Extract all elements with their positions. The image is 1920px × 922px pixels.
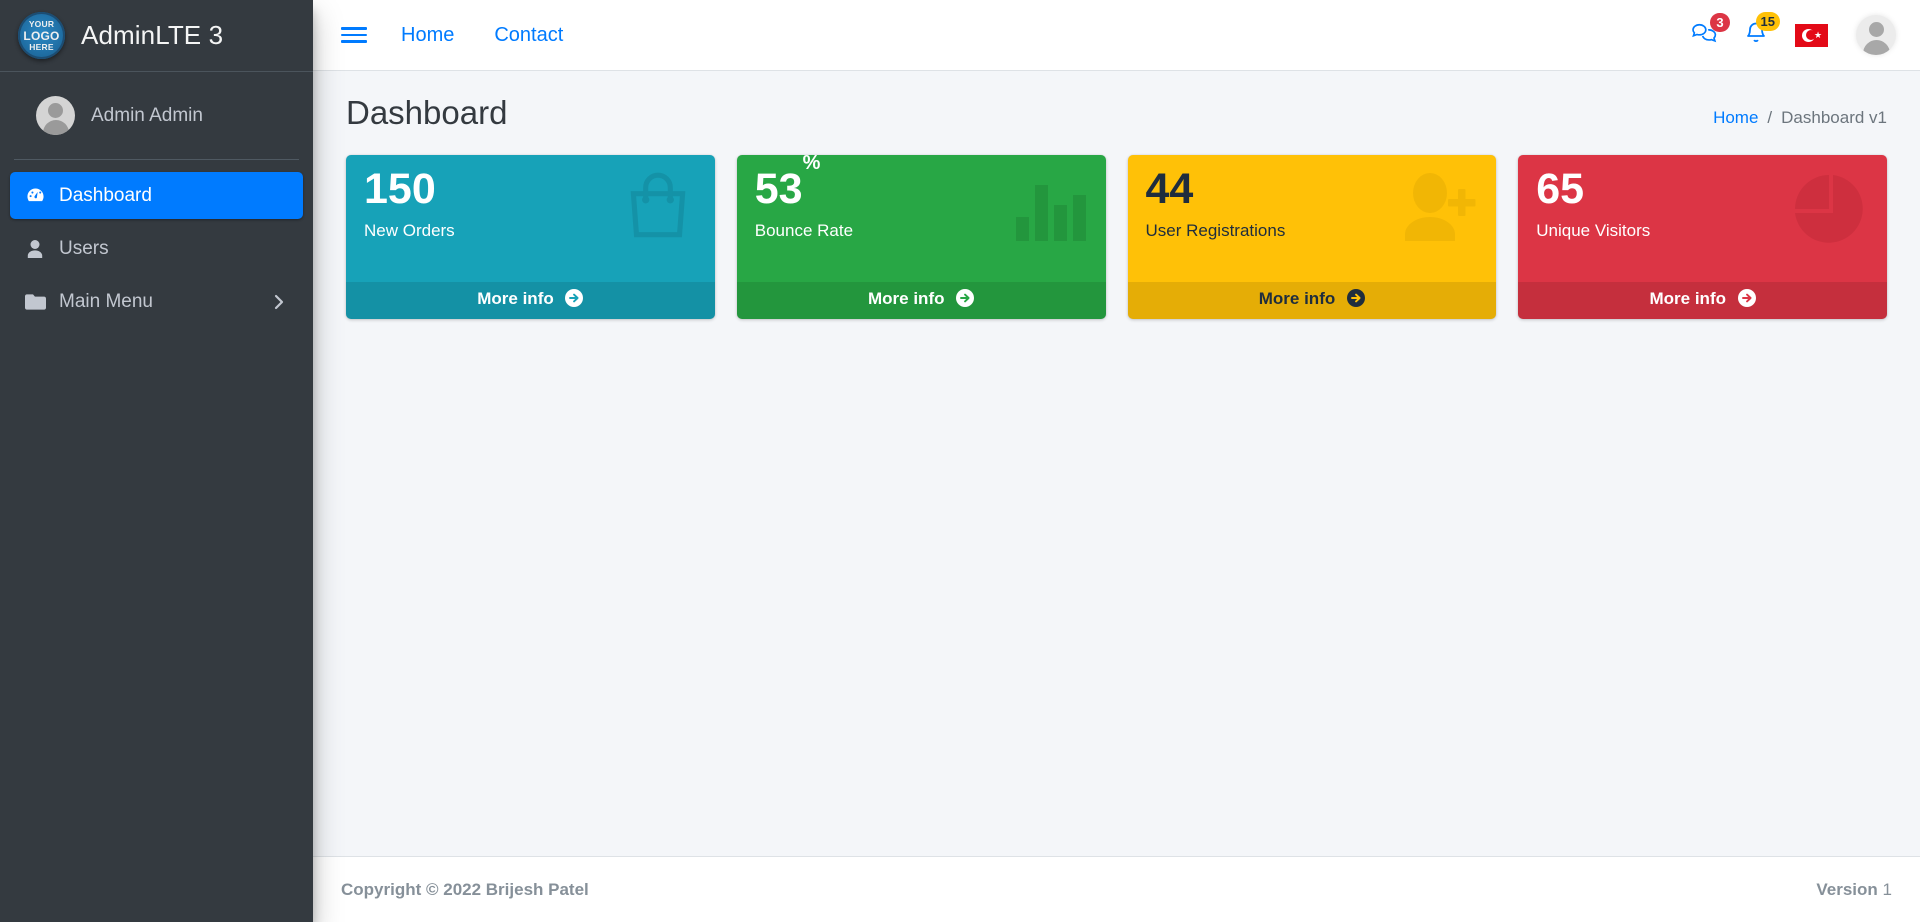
- brand-title: AdminLTE 3: [81, 20, 224, 50]
- messages-badge: 3: [1710, 12, 1730, 32]
- brand-logo-line2: LOGO: [23, 28, 60, 43]
- breadcrumb-home-link[interactable]: Home: [1713, 108, 1758, 128]
- top-navbar: Home Contact 3 15 ★: [313, 0, 1920, 71]
- flag-star: ★: [1814, 29, 1823, 40]
- info-box-more-info-link[interactable]: More info: [1127, 281, 1497, 319]
- info-box-value-suffix: %: [802, 154, 821, 175]
- navbar-link-home[interactable]: Home: [401, 24, 454, 47]
- turkey-flag-icon[interactable]: ★: [1795, 23, 1828, 47]
- arrow-circle-right-icon: [1346, 288, 1365, 312]
- info-box-footer-label: More info: [868, 288, 945, 308]
- brand-logo-icon: YOUR LOGO HERE: [18, 12, 65, 59]
- info-box-footer-label: More info: [477, 288, 554, 308]
- info-box-col: 65 Unique Visitors More info: [1507, 154, 1898, 319]
- sidebar-nav: Dashboard Users Main Menu: [0, 160, 313, 325]
- info-box-label: Bounce Rate: [754, 220, 854, 240]
- navbar-link-contact[interactable]: Contact: [494, 24, 563, 47]
- notifications-badge: 15: [1755, 11, 1780, 31]
- info-boxes-row: 150 New Orders More info 53% Bounce Rate…: [313, 143, 1920, 319]
- info-box-more-info-link[interactable]: More info: [346, 281, 715, 319]
- notifications-menu-button[interactable]: 15: [1745, 11, 1780, 50]
- info-box-value-wrap: 65: [1536, 164, 1869, 213]
- arrow-circle-right-icon: [956, 288, 975, 312]
- info-box-col: 150 New Orders More info: [335, 154, 726, 319]
- avatar: [36, 96, 75, 135]
- sidebar-item-label: Main Menu: [59, 290, 153, 312]
- info-box-bounce-rate: 53% Bounce Rate More info: [736, 154, 1106, 319]
- brand-logo-line1: YOUR: [28, 19, 55, 29]
- info-box-col: 44 User Registrations More info: [1117, 154, 1508, 319]
- arrow-circle-right-icon: [1737, 288, 1756, 312]
- main-content: Dashboard Home / Dashboard v1 150 New Or…: [313, 71, 1920, 856]
- info-box-more-info-link[interactable]: More info: [736, 281, 1106, 319]
- tachometer-icon: [24, 185, 46, 207]
- breadcrumb-current: Dashboard v1: [1781, 107, 1887, 127]
- footer-version-label: Version: [1816, 879, 1878, 899]
- info-box-user-registrations: 44 User Registrations More info: [1127, 154, 1497, 319]
- info-box-new-orders: 150 New Orders More info: [346, 154, 715, 319]
- brand-logo-line3: HERE: [29, 41, 54, 52]
- info-box-unique-visitors: 65 Unique Visitors More info: [1518, 154, 1887, 319]
- info-box-value: 150: [364, 164, 436, 213]
- chevron-right-icon: [274, 294, 285, 310]
- info-box-value: 44: [1145, 164, 1194, 213]
- info-box-col: 53% Bounce Rate More info: [726, 154, 1117, 319]
- info-box-inner: 65 Unique Visitors: [1518, 155, 1887, 282]
- sidebar-item-users[interactable]: Users: [10, 225, 303, 272]
- info-box-inner: 44 User Registrations: [1128, 155, 1497, 282]
- brand-link[interactable]: YOUR LOGO HERE AdminLTE 3: [0, 0, 313, 72]
- page-title: Dashboard: [346, 94, 508, 131]
- info-box-value-wrap: 44: [1145, 164, 1479, 213]
- info-box-footer-label: More info: [1258, 288, 1336, 308]
- breadcrumb: Home / Dashboard v1: [1713, 98, 1887, 128]
- content-header: Dashboard Home / Dashboard v1: [313, 71, 1920, 143]
- footer-version: Version 1: [1816, 880, 1892, 900]
- info-box-label: New Orders: [364, 220, 455, 240]
- sidebar-user-panel[interactable]: Admin Admin: [14, 72, 299, 160]
- sidebar: YOUR LOGO HERE AdminLTE 3 Admin Admin Da…: [0, 0, 313, 922]
- folder-icon: [24, 291, 46, 313]
- menu-toggle-icon[interactable]: [341, 24, 367, 46]
- sidebar-item-label: Dashboard: [59, 184, 152, 206]
- info-box-inner: 53% Bounce Rate: [737, 155, 1106, 282]
- sidebar-item-dashboard[interactable]: Dashboard: [10, 172, 303, 219]
- arrow-circle-right-icon: [565, 288, 584, 312]
- navbar-left-group: Home Contact: [313, 24, 603, 47]
- user-menu-avatar[interactable]: [1856, 15, 1896, 55]
- info-box-label: User Registrations: [1145, 220, 1286, 240]
- sidebar-item-main-menu[interactable]: Main Menu: [10, 278, 303, 325]
- messages-menu-button[interactable]: 3: [1691, 12, 1730, 49]
- sidebar-item-label: Users: [59, 237, 109, 259]
- info-box-footer-label: More info: [1649, 288, 1727, 308]
- navbar-right-group: 3 15 ★: [1691, 11, 1920, 55]
- page-footer: Copyright © 2022 Brijesh Patel Version 1: [313, 856, 1920, 922]
- info-box-more-info-link[interactable]: More info: [1518, 281, 1887, 319]
- user-icon: [24, 238, 46, 260]
- info-box-value: 65: [1536, 164, 1585, 213]
- footer-version-number: 1: [1882, 879, 1892, 899]
- info-box-inner: 150 New Orders: [346, 155, 715, 282]
- info-box-value: 53: [754, 164, 803, 213]
- info-box-value-wrap: 53%: [754, 155, 1088, 213]
- info-box-value-wrap: 150: [364, 164, 697, 213]
- breadcrumb-separator: /: [1767, 107, 1773, 127]
- admin-dashboard-page: YOUR LOGO HERE AdminLTE 3 Admin Admin Da…: [0, 0, 1920, 922]
- footer-copyright: Copyright © 2022 Brijesh Patel: [341, 879, 589, 899]
- info-box-label: Unique Visitors: [1536, 220, 1651, 240]
- sidebar-user-name: Admin Admin: [91, 104, 203, 126]
